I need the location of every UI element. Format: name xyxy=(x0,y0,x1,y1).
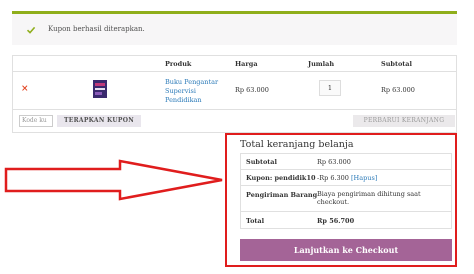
proceed-to-checkout-button[interactable]: Lanjutkan ke Checkout xyxy=(240,239,452,261)
header-product: Produk xyxy=(165,60,192,68)
product-name-link[interactable]: Buku Pengantar Supervisi Pendidikan xyxy=(165,78,227,105)
subtotal-label: Subtotal xyxy=(246,158,277,166)
cart-table: Produk Harga Jumlah Subtotal × Buku Peng… xyxy=(12,55,457,133)
header-subtotal: Subtotal xyxy=(381,60,412,68)
shipping-value: Biaya pengiriman dihitung saat checkout. xyxy=(317,190,421,206)
red-arrow-annotation xyxy=(4,159,223,201)
product-subtotal: Rp 63.000 xyxy=(381,86,415,94)
coupon-value: -Rp 6.300 [Hapus] xyxy=(317,174,377,182)
cart-totals-table: Subtotal Rp 63.000 Kupon: pendidik10 -Rp… xyxy=(240,153,452,229)
total-row: Total Rp 56.700 xyxy=(241,212,451,228)
check-icon xyxy=(26,26,36,34)
coupon-discount: -Rp 6.300 xyxy=(317,174,349,182)
cart-totals-title: Total keranjang belanja xyxy=(240,139,354,150)
header-quantity: Jumlah xyxy=(308,60,335,68)
shipping-label: Pengiriman Barang xyxy=(246,191,318,199)
subtotal-value: Rp 63.000 xyxy=(317,158,351,166)
header-price: Harga xyxy=(235,60,258,68)
quantity-input[interactable]: 1 xyxy=(319,80,341,96)
remove-coupon-link[interactable]: [Hapus] xyxy=(351,174,377,182)
apply-coupon-button[interactable]: TERAPKAN KUPON xyxy=(57,115,141,127)
subtotal-row: Subtotal Rp 63.000 xyxy=(241,154,451,170)
total-value: Rp 56.700 xyxy=(317,217,355,225)
coupon-code-input[interactable]: Kode ku xyxy=(19,115,53,127)
table-row: × Buku Pengantar Supervisi Pendidikan Rp… xyxy=(13,72,456,110)
total-label: Total xyxy=(246,217,265,225)
notice-message: Kupon berhasil diterapkan. xyxy=(48,25,145,33)
cart-header-row: Produk Harga Jumlah Subtotal xyxy=(13,56,456,72)
cart-actions: Kode ku TERAPKAN KUPON PERBARUI KERANJAN… xyxy=(13,110,456,132)
product-thumbnail[interactable] xyxy=(93,80,107,98)
success-notice: Kupon berhasil diterapkan. xyxy=(12,11,457,45)
update-cart-button[interactable]: PERBARUI KERANJANG xyxy=(353,115,455,127)
remove-item-icon[interactable]: × xyxy=(21,84,29,94)
shipping-row: Pengiriman Barang Biaya pengiriman dihit… xyxy=(241,186,451,212)
product-price: Rp 63.000 xyxy=(235,86,269,94)
coupon-row: Kupon: pendidik10 -Rp 6.300 [Hapus] xyxy=(241,170,451,186)
coupon-label: Kupon: pendidik10 xyxy=(246,174,316,182)
